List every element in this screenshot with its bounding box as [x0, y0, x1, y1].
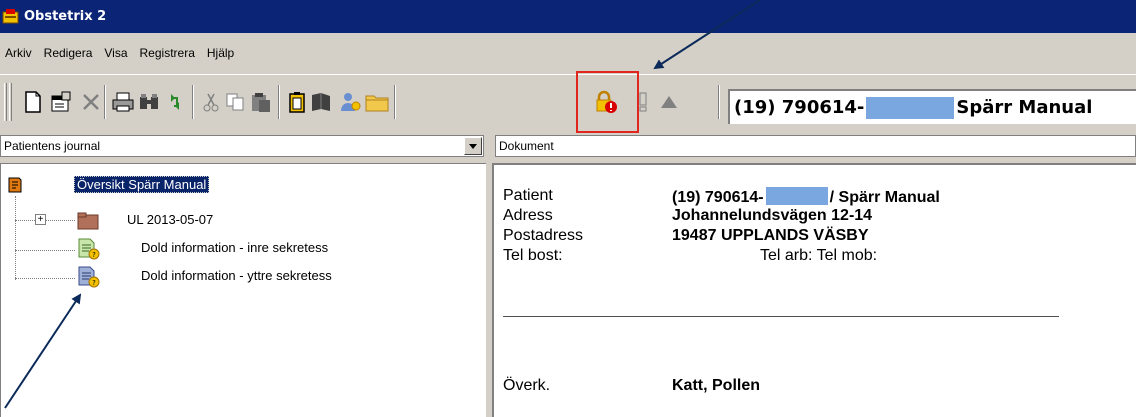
find-icon[interactable] — [136, 89, 162, 115]
tree-item-inre[interactable]: Dold information - inre sekretess — [141, 240, 328, 255]
journal-root-icon — [7, 176, 23, 197]
window-title: Obstetrix 2 — [24, 9, 107, 24]
svg-text:?: ? — [92, 251, 96, 259]
toolbar-separator — [718, 85, 720, 119]
toolbar-grip[interactable] — [9, 83, 12, 121]
label-patient: Patient — [503, 187, 553, 204]
label-tel-bost: Tel bost: — [503, 247, 563, 264]
tree-line — [15, 250, 75, 251]
document-view: Patient (19) 790614- / Spärr Manual Adres… — [492, 163, 1136, 417]
folder-icon — [77, 212, 99, 233]
menu-arkiv[interactable]: Arkiv — [4, 44, 33, 62]
tree-line — [15, 278, 75, 279]
menu-visa[interactable]: Visa — [103, 44, 128, 62]
patient-name: Spärr Manual — [956, 97, 1093, 118]
chevron-down-icon[interactable] — [464, 137, 482, 155]
menu-registrera[interactable]: Registrera — [139, 44, 196, 62]
clipboard-icon[interactable] — [284, 89, 310, 115]
toolbar-separator — [394, 85, 396, 119]
person-icon[interactable] — [338, 89, 364, 115]
value-postadress: 19487 UPPLANDS VÄSBY — [672, 227, 869, 244]
properties-icon[interactable] — [48, 89, 74, 115]
value-adress: Johannelundsvägen 12-14 — [672, 207, 873, 224]
cut-icon[interactable] — [198, 89, 224, 115]
redaction-mask — [866, 96, 955, 119]
divider — [503, 316, 1059, 317]
paste-icon[interactable] — [248, 89, 274, 115]
triangle-up-icon[interactable] — [656, 89, 682, 115]
toolbar-grip[interactable] — [4, 83, 7, 121]
title-bar: Obstetrix 2 — [0, 0, 1136, 33]
book-icon[interactable] — [308, 89, 334, 115]
journal-tree: Översikt Spärr Manual + UL 2013-05-07 ? … — [0, 163, 486, 417]
journal-view-select[interactable]: Patientens journal — [0, 135, 484, 157]
menu-bar: Arkiv Redigera Visa Registrera Hjälp — [0, 33, 1136, 73]
value-tel: Tel arb: Tel mob: — [760, 247, 878, 264]
patient-selector[interactable]: (19) 790614- Spärr Manual — [728, 89, 1136, 124]
copy-icon[interactable] — [222, 89, 248, 115]
tree-item-yttre[interactable]: Dold information - yttre sekretess — [141, 268, 332, 283]
delete-icon[interactable] — [78, 89, 104, 115]
expand-icon[interactable]: + — [35, 214, 46, 225]
journal-view-value: Patientens journal — [4, 139, 101, 153]
patient-name-value: / Spärr Manual — [829, 189, 940, 206]
menu-hjalp[interactable]: Hjälp — [206, 44, 235, 62]
label-overk: Överk. — [503, 377, 551, 394]
hidden-document-icon: ? — [77, 266, 101, 291]
tree-root-item[interactable]: Översikt Spärr Manual — [74, 176, 210, 193]
tree-item-ul[interactable]: UL 2013-05-07 — [127, 212, 213, 227]
patient-id: (19) 790614- — [734, 97, 865, 118]
redaction-mask — [765, 187, 828, 205]
tree-root-label: Översikt Spärr Manual — [74, 176, 210, 193]
folder-icon[interactable] — [364, 89, 390, 115]
value-overk: Katt, Pollen — [672, 377, 761, 394]
tree-line — [15, 196, 16, 280]
print-icon[interactable] — [110, 89, 136, 115]
toolbar-separator — [278, 85, 280, 119]
hidden-document-icon: ? — [77, 238, 101, 263]
document-header-label: Dokument — [499, 139, 554, 153]
new-document-icon[interactable] — [20, 89, 46, 115]
toolbar-separator — [192, 85, 194, 119]
menu-redigera[interactable]: Redigera — [43, 44, 94, 62]
svg-text:?: ? — [92, 279, 96, 287]
annotation-highlight-box — [576, 71, 639, 133]
refresh-icon[interactable] — [162, 89, 188, 115]
app-icon — [2, 8, 20, 25]
document-header: Dokument — [495, 135, 1136, 157]
value-patient: (19) 790614- / Spärr Manual — [672, 187, 940, 207]
label-postadress: Postadress — [503, 227, 584, 244]
toolbar-separator — [104, 85, 106, 119]
patient-id-value: (19) 790614- — [672, 189, 764, 206]
label-adress: Adress — [503, 207, 553, 224]
